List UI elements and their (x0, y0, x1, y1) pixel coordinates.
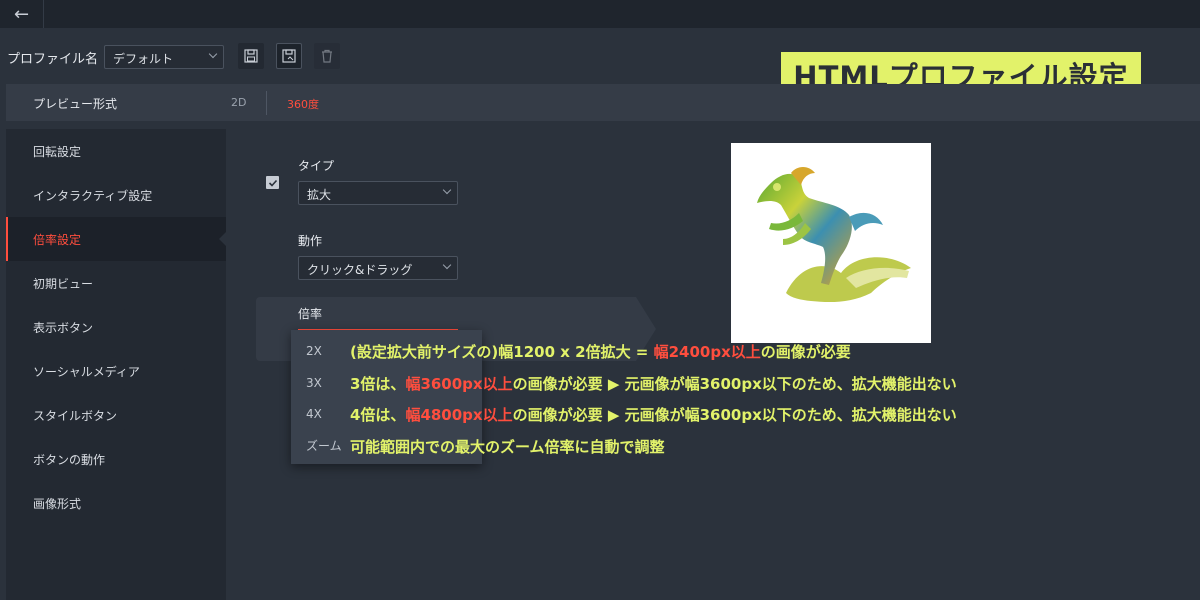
sidebar-item-display-buttons[interactable]: 表示ボタン (6, 305, 226, 349)
action-label: 動作 (298, 234, 323, 248)
save-button[interactable] (238, 43, 264, 69)
sidebar-item-rotation[interactable]: 回転設定 (6, 129, 226, 173)
top-bar: ← (0, 0, 1200, 28)
zoom-option-auto[interactable]: ズーム (306, 437, 342, 454)
sidebar-item-label: 初期ビュー (33, 276, 94, 291)
sidebar-item-button-action[interactable]: ボタンの動作 (6, 437, 226, 481)
profile-select[interactable]: デフォルト (104, 45, 224, 69)
preview-format-row: プレビュー形式 2D 360度 (6, 84, 1200, 121)
delete-button[interactable] (314, 43, 340, 69)
type-select-value: 拡大 (307, 188, 332, 202)
sidebar-item-label: 倍率設定 (33, 232, 82, 247)
delete-icon (322, 49, 332, 63)
note-text: の画像が必要 ▶ 元画像が幅3600px以下のため、拡大機能出ない (512, 375, 957, 393)
sidebar-item-label: 表示ボタン (33, 320, 94, 335)
back-button[interactable]: ← (0, 0, 44, 28)
profile-select-value: デフォルト (113, 52, 174, 66)
sidebar-item-label: 回転設定 (33, 144, 82, 159)
sidebar-item-label: 画像形式 (33, 496, 82, 511)
horse-sculpture-image (757, 167, 911, 303)
zoom-enable-checkbox[interactable] (266, 176, 279, 189)
zoom-option-4x[interactable]: 4X (306, 407, 322, 421)
type-label: タイプ (298, 159, 335, 173)
note-highlight: 幅3600px以上 (405, 375, 513, 393)
zoom-ratio-label: 倍率 (298, 307, 323, 321)
preview-divider (266, 91, 267, 115)
preview-option-360[interactable]: 360度 (287, 96, 319, 112)
chevron-down-icon (208, 49, 218, 59)
zoom-option-3x[interactable]: 3X (306, 376, 322, 390)
chevron-down-icon (442, 185, 452, 195)
preview-option-2d[interactable]: 2D (231, 96, 246, 109)
check-icon (268, 179, 277, 187)
note-4x: 4倍は、幅4800px以上の画像が必要 ▶ 元画像が幅3600px以下のため、拡… (350, 404, 957, 425)
save-as-button[interactable] (276, 43, 302, 69)
sidebar-item-label: ボタンの動作 (33, 452, 106, 467)
product-preview-image (731, 143, 931, 343)
save-icon (244, 49, 258, 63)
profile-label: プロファイル名 (7, 52, 99, 67)
note-text: 3倍は、 (350, 375, 406, 393)
note-text: 4倍は、 (350, 406, 406, 424)
note-auto-zoom: 可能範囲内での最大のズーム倍率に自動で調整 (350, 436, 665, 457)
note-highlight: 幅4800px以上 (405, 406, 513, 424)
preview-format-label: プレビュー形式 (33, 97, 118, 111)
note-3x: 3倍は、幅3600px以上の画像が必要 ▶ 元画像が幅3600px以下のため、拡… (350, 373, 957, 394)
sidebar-item-label: インタラクティブ設定 (33, 188, 153, 203)
note-text: (設定拡大前サイズの)幅1200 x 2倍拡大 = (350, 343, 654, 361)
arrow-left-icon: ← (13, 3, 30, 25)
note-highlight: 幅2400px以上 (653, 343, 761, 361)
save-as-icon (282, 49, 296, 63)
sidebar-item-image-format[interactable]: 画像形式 (6, 481, 226, 525)
sidebar-item-label: スタイルボタン (33, 408, 118, 423)
sidebar-item-initial-view[interactable]: 初期ビュー (6, 261, 226, 305)
zoom-option-2x[interactable]: 2X (306, 344, 322, 358)
action-select-value: クリック&ドラッグ (307, 263, 413, 277)
note-text: の画像が必要 (760, 343, 851, 361)
sidebar-item-social-media[interactable]: ソーシャルメディア (6, 349, 226, 393)
sidebar-item-style-buttons[interactable]: スタイルボタン (6, 393, 226, 437)
note-text: 可能範囲内での最大のズーム倍率に自動で調整 (350, 438, 665, 456)
sidebar-item-zoom[interactable]: 倍率設定 (6, 217, 226, 261)
profile-row: プロファイル名 デフォルト HTMLプロファイル設定 (0, 28, 1200, 97)
action-select[interactable]: クリック&ドラッグ (298, 256, 458, 280)
note-2x: (設定拡大前サイズの)幅1200 x 2倍拡大 = 幅2400px以上の画像が必… (350, 341, 851, 362)
sidebar-item-interactive[interactable]: インタラクティブ設定 (6, 173, 226, 217)
settings-sidebar: 回転設定 インタラクティブ設定 倍率設定 初期ビュー 表示ボタン ソーシャルメデ… (6, 129, 226, 600)
note-text: の画像が必要 ▶ 元画像が幅3600px以下のため、拡大機能出ない (512, 406, 957, 424)
sidebar-item-label: ソーシャルメディア (33, 364, 140, 379)
type-select[interactable]: 拡大 (298, 181, 458, 205)
chevron-down-icon (442, 260, 452, 270)
